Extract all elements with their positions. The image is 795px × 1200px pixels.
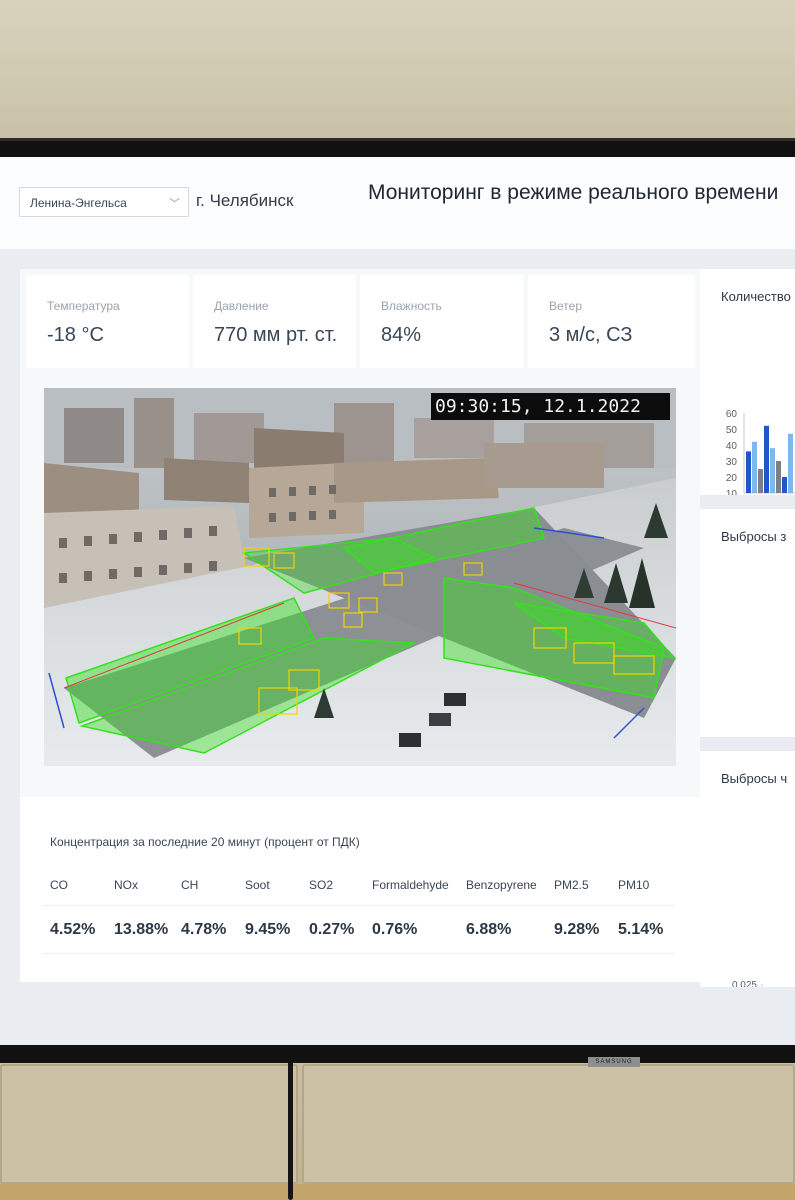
- table-cell: 0.27%: [309, 921, 355, 938]
- column-header: CH: [181, 878, 199, 892]
- concentration-title: Концентрация за последние 20 минут (проц…: [50, 835, 360, 849]
- dashboard-screen: Ленина-Энгельса ﹀ г. Челябинск Мониторин…: [0, 157, 795, 1045]
- metric-value: 770 мм рт. ст.: [214, 324, 338, 346]
- location-select[interactable]: Ленина-Энгельса ﹀: [19, 187, 189, 217]
- metric-label: Температура: [47, 299, 120, 313]
- table-header-row: CO NOx CH Soot SO2 Formaldehyde Benzopyr…: [42, 864, 674, 906]
- metric-label: Ветер: [549, 299, 582, 313]
- camera-scene: [44, 388, 676, 766]
- metric-card-pressure: Давление 770 мм рт. ст.: [193, 275, 356, 368]
- count-chart: 10203040506008:30: [726, 409, 795, 495]
- column-header: NOx: [114, 878, 138, 892]
- emissions-bar-chart: 00.0050.010.0150.020.02509:00: [732, 980, 763, 987]
- bar: [758, 469, 763, 493]
- column-header: PM2.5: [554, 878, 589, 892]
- y-tick-label: 40: [726, 441, 738, 452]
- y-tick-label: 50: [726, 425, 738, 436]
- concentration-panel: Концентрация за последние 20 минут (проц…: [20, 797, 700, 982]
- column-header: CO: [50, 878, 68, 892]
- table-cell: 5.14%: [618, 921, 664, 938]
- column-header: Formaldehyde: [372, 878, 449, 892]
- page-title: Мониторинг в режиме реального времени: [368, 181, 779, 204]
- table-cell: 4.52%: [50, 921, 96, 938]
- emissions-area-chart: 05010015020025030035040009:00: [700, 509, 795, 737]
- bar: [764, 425, 769, 493]
- floorboard: [0, 1184, 795, 1200]
- wall-panel-left: [0, 1064, 298, 1184]
- metric-value: 84%: [381, 324, 422, 346]
- bar: [782, 477, 787, 493]
- tv-bezel: Ленина-Энгельса ﹀ г. Челябинск Мониторин…: [0, 138, 795, 1063]
- metric-card-temperature: Температура -18 °C: [26, 275, 189, 368]
- wall-upper: [0, 0, 795, 150]
- table-cell: 0.76%: [372, 921, 418, 938]
- wall-panel-right: [302, 1064, 795, 1184]
- y-tick-label: 20: [726, 473, 738, 484]
- bar: [752, 441, 757, 493]
- y-tick-label: 0.025: [732, 980, 757, 987]
- tv-brand-logo: SAMSUNG: [588, 1057, 640, 1067]
- metric-label: Влажность: [381, 299, 442, 313]
- tv-cable: [288, 1056, 293, 1200]
- table-cell: 9.45%: [245, 921, 291, 938]
- table-cell: 13.88%: [114, 921, 169, 938]
- y-tick-label: 60: [726, 409, 738, 420]
- bar: [746, 451, 751, 493]
- dashboard-header: Ленина-Энгельса ﹀ г. Челябинск Мониторин…: [0, 157, 795, 249]
- metric-card-wind: Ветер 3 м/с, СЗ: [528, 275, 695, 368]
- metric-value: 3 м/с, СЗ: [549, 324, 633, 346]
- side-card-count[interactable]: Количество 10203040506008:30: [700, 269, 795, 495]
- side-card-emissions-1[interactable]: Выбросы з 05010015020025030035040009:00: [700, 509, 795, 737]
- table-cell: 6.88%: [466, 921, 512, 938]
- bar: [770, 448, 775, 493]
- table-cell: 9.28%: [554, 921, 600, 938]
- bar: [788, 433, 793, 493]
- camera-timestamp: 09:30:15, 12.1.2022: [431, 393, 670, 420]
- table-cell: 4.78%: [181, 921, 227, 938]
- y-tick-label: 10: [726, 489, 738, 495]
- metric-label: Давление: [214, 299, 269, 313]
- column-header: SO2: [309, 878, 334, 892]
- table-row: 4.52% 13.88% 4.78% 9.45% 0.27% 0.76% 6.8…: [42, 906, 674, 954]
- bar: [776, 461, 781, 493]
- camera-feed[interactable]: [44, 388, 676, 766]
- concentration-table: CO NOx CH Soot SO2 Formaldehyde Benzopyr…: [42, 864, 674, 954]
- column-header: Soot: [245, 878, 270, 892]
- column-header: Benzopyrene: [466, 878, 537, 892]
- metric-card-humidity: Влажность 84%: [360, 275, 523, 368]
- metric-value: -18 °C: [47, 324, 104, 346]
- y-tick-label: 30: [726, 457, 738, 468]
- city-label: г. Челябинск: [196, 191, 294, 210]
- side-card-emissions-2[interactable]: Выбросы ч 00.0050.010.0150.020.02509:00: [700, 751, 795, 987]
- column-header: PM10: [618, 878, 650, 892]
- location-select-value: Ленина-Энгельса: [30, 196, 127, 210]
- chevron-down-icon: ﹀: [169, 198, 180, 210]
